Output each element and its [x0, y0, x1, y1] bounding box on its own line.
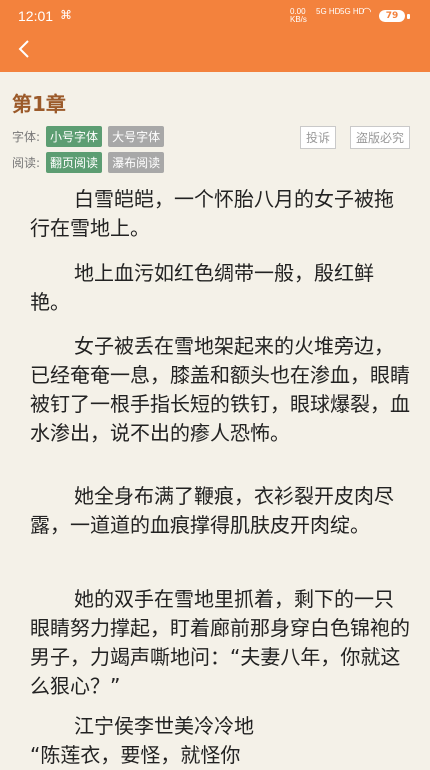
signal-indicator-2: 5G HD — [340, 7, 365, 16]
paragraph-1: 白雪皑皑，一个怀胎八月的女子被拖行在雪地上。 — [30, 187, 394, 240]
page-mode-button[interactable]: 翻页阅读 — [46, 152, 103, 173]
network-speed: 0.00 KB/s — [290, 7, 307, 24]
reader-content: 第1章 字体: 小号字体 大号字体 阅读: 翻页阅读 瀑布阅读 投诉 盗版必究 … — [0, 72, 430, 767]
scroll-mode-button[interactable]: 瀑布阅读 — [108, 152, 165, 173]
usb-icon: ⌘ — [60, 8, 72, 22]
wifi-icon: ◠ — [362, 6, 372, 18]
paragraph-2: 地上血污如红色绸带一般，殷红鲜艳。 — [30, 261, 374, 314]
status-bar: 12:01 ⌘ 0.00 KB/s 5G HD 5G HD ◠ 79 — [0, 0, 430, 32]
piracy-notice-button[interactable]: 盗版必究 — [350, 126, 411, 149]
chevron-left-icon — [18, 40, 29, 58]
font-label: 字体: — [12, 130, 41, 144]
chapter-title: 第1章 — [12, 92, 66, 116]
font-size-row: 字体: 小号字体 大号字体 — [12, 126, 165, 147]
small-font-button[interactable]: 小号字体 — [46, 126, 103, 147]
paragraph-4: 她全身布满了鞭痕，衣衫裂开皮肉尽露，一道道的血痕撑得肌肤皮开肉绽。 — [30, 484, 394, 537]
battery-tip — [407, 14, 410, 19]
battery-indicator: 79 — [379, 10, 405, 22]
fade-overlay — [280, 686, 430, 766]
back-button[interactable] — [14, 38, 36, 60]
app-header: 12:01 ⌘ 0.00 KB/s 5G HD 5G HD ◠ 79 — [0, 0, 430, 72]
paragraph-3: 女子被丢在雪地架起来的火堆旁边，已经奄奄一息，膝盖和额头也在渗血，眼睛被钉了一根… — [30, 334, 410, 445]
signal-indicator-1: 5G HD — [316, 7, 341, 16]
read-mode-row: 阅读: 翻页阅读 瀑布阅读 — [12, 152, 165, 173]
status-time: 12:01 — [18, 8, 54, 24]
read-mode-label: 阅读: — [12, 156, 41, 170]
complaint-button[interactable]: 投诉 — [300, 126, 337, 149]
large-font-button[interactable]: 大号字体 — [108, 126, 165, 147]
paragraph-5: 她的双手在雪地里抓着，剩下的一只眼睛努力撑起，盯着廊前那身穿白色锦袍的男子，力竭… — [30, 587, 410, 698]
